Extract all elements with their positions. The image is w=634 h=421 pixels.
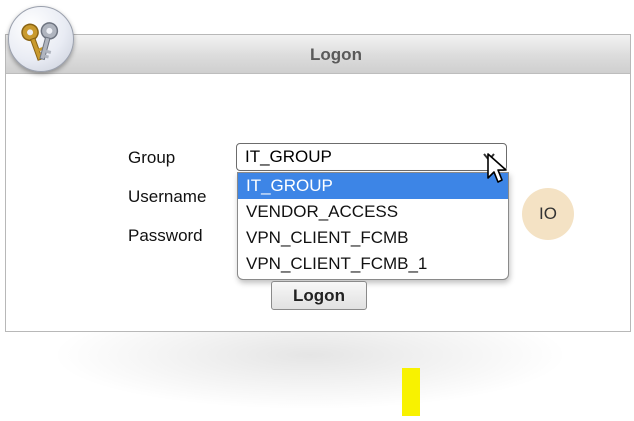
group-option-it-group[interactable]: IT_GROUP <box>238 173 508 199</box>
group-dropdown-list: IT_GROUP VENDOR_ACCESS VPN_CLIENT_FCMB V… <box>237 172 509 280</box>
io-badge: IO <box>522 188 574 240</box>
password-label: Password <box>128 226 203 245</box>
group-option-vendor-access[interactable]: VENDOR_ACCESS <box>238 199 508 225</box>
username-label: Username <box>128 187 207 206</box>
logon-button[interactable]: Logon <box>271 281 367 310</box>
window-title: Logon <box>310 45 362 64</box>
keys-icon <box>21 22 59 61</box>
group-select-value: IT_GROUP <box>245 147 332 166</box>
group-option-vpn-client-fcmb-1[interactable]: VPN_CLIENT_FCMB_1 <box>238 251 508 277</box>
highlight-bar <box>402 368 420 416</box>
app-logo-badge <box>8 6 74 72</box>
title-bar: Logon <box>6 35 630 74</box>
group-select[interactable]: IT_GROUP <box>236 143 507 171</box>
group-label: Group <box>128 148 176 167</box>
group-option-vpn-client-fcmb[interactable]: VPN_CLIENT_FCMB <box>238 225 508 251</box>
mouse-cursor-icon <box>487 153 507 183</box>
